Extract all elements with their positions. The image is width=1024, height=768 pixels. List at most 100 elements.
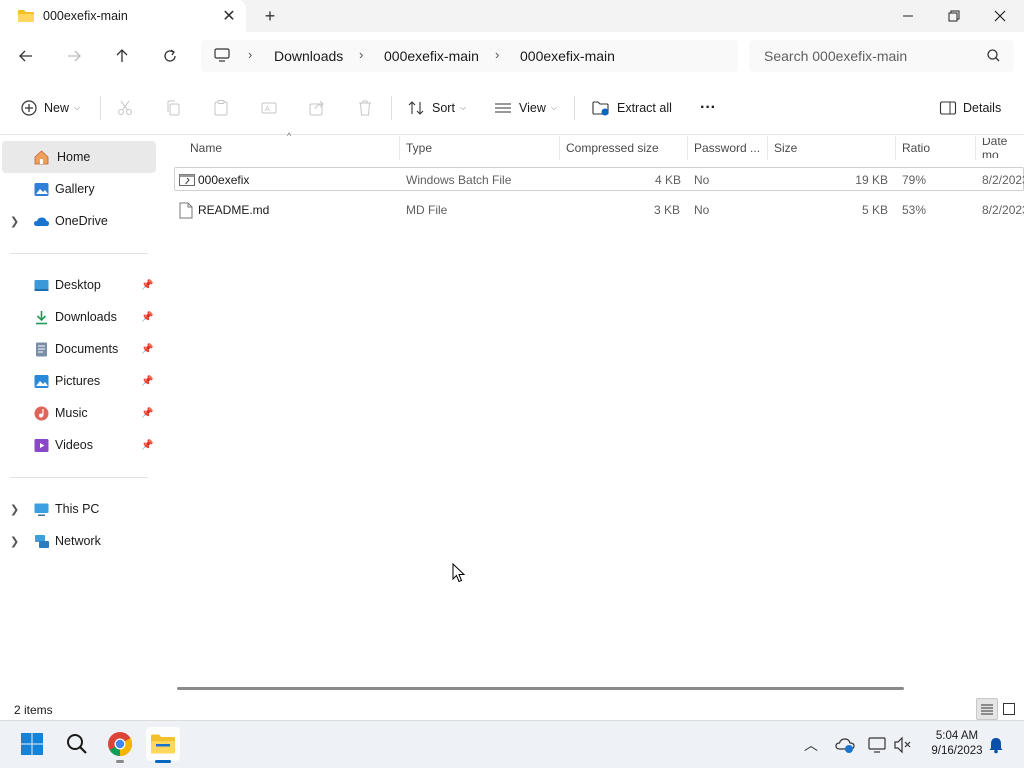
tab-title: 000exefix-main xyxy=(43,9,128,23)
share-button[interactable] xyxy=(308,98,326,118)
delete-button[interactable] xyxy=(356,98,374,118)
sidebar-item-network[interactable]: ❯ Network xyxy=(0,525,156,557)
sort-icon xyxy=(408,101,424,115)
column-header-size[interactable]: Size xyxy=(774,138,797,158)
column-divider[interactable] xyxy=(975,136,976,160)
tab-close-icon[interactable]: ✕ xyxy=(212,6,246,26)
sort-button[interactable]: Sort ⌵ xyxy=(407,98,466,118)
sidebar-item-onedrive[interactable]: ❯ OneDrive xyxy=(0,205,156,237)
search-icon[interactable] xyxy=(984,46,1004,66)
breadcrumb-downloads[interactable]: Downloads xyxy=(274,48,343,64)
share-icon xyxy=(309,100,324,116)
copy-button[interactable] xyxy=(164,98,182,118)
rename-button[interactable]: A xyxy=(260,98,278,118)
breadcrumb-000exefix-main[interactable]: 000exefix-main xyxy=(384,48,479,64)
clipboard-icon xyxy=(214,100,228,116)
forward-button[interactable] xyxy=(60,42,88,70)
chevron-right-icon[interactable]: › xyxy=(359,47,363,62)
chevron-right-icon[interactable]: › xyxy=(248,47,252,62)
file-password: No xyxy=(694,173,710,187)
column-header-ratio[interactable]: Ratio xyxy=(902,138,930,158)
notification-bell-icon[interactable] xyxy=(987,736,1005,757)
sidebar-item-this-pc[interactable]: ❯ This PC xyxy=(0,493,156,525)
desktop-icon xyxy=(34,279,49,291)
sidebar-item-home[interactable]: Home xyxy=(2,141,156,173)
search-input[interactable]: Search 000exefix-main xyxy=(764,48,907,64)
gallery-icon xyxy=(34,182,49,196)
pin-icon[interactable]: 📌 xyxy=(141,312,153,323)
column-divider[interactable] xyxy=(687,136,688,160)
onedrive-icon xyxy=(34,217,49,226)
divider xyxy=(10,253,148,254)
pin-icon[interactable]: 📌 xyxy=(141,440,153,451)
taskbar-search-button[interactable] xyxy=(60,727,94,761)
details-button[interactable]: Details xyxy=(939,98,1001,118)
tab-000exefix-main[interactable]: 000exefix-main ✕ xyxy=(0,0,246,32)
column-header-name[interactable]: Name xyxy=(190,138,222,158)
trash-icon xyxy=(359,100,371,116)
onedrive-tray-icon[interactable] xyxy=(835,736,855,757)
display-tray-icon[interactable] xyxy=(867,736,887,757)
file-name: 000exefix xyxy=(198,173,250,187)
sidebar-item-pictures[interactable]: Pictures 📌 xyxy=(0,365,156,397)
column-header-compressed-size[interactable]: Compressed size xyxy=(566,138,659,158)
sidebar-item-gallery[interactable]: Gallery xyxy=(0,173,156,205)
mouse-cursor-icon xyxy=(452,563,466,583)
column-divider[interactable] xyxy=(895,136,896,160)
clock[interactable]: 5:04 AM 9/16/2023 xyxy=(917,729,997,759)
pictures-icon xyxy=(34,374,49,388)
rename-icon: A xyxy=(261,102,277,114)
file-size: 19 KB xyxy=(855,173,888,187)
chevron-right-icon[interactable]: ❯ xyxy=(10,535,19,548)
extract-all-button[interactable]: Extract all xyxy=(592,98,672,118)
sidebar-item-desktop[interactable]: Desktop 📌 xyxy=(0,269,156,301)
file-explorer-icon xyxy=(151,734,175,754)
column-divider[interactable] xyxy=(767,136,768,160)
new-tab-button[interactable]: + xyxy=(258,4,282,28)
pin-icon[interactable]: 📌 xyxy=(141,376,153,387)
chevron-right-icon[interactable]: ❯ xyxy=(10,215,19,228)
sidebar-item-videos[interactable]: Videos 📌 xyxy=(0,429,156,461)
file-password: No xyxy=(694,203,710,217)
clock-date: 9/16/2023 xyxy=(931,745,983,757)
sidebar-item-downloads[interactable]: Downloads 📌 xyxy=(0,301,156,333)
column-divider[interactable] xyxy=(399,136,400,160)
sidebar-item-music[interactable]: Music 📌 xyxy=(0,397,156,429)
sidebar-item-documents[interactable]: Documents 📌 xyxy=(0,333,156,365)
column-header-password[interactable]: Password ... xyxy=(694,138,760,158)
up-button[interactable] xyxy=(108,42,136,70)
file-explorer-button[interactable] xyxy=(146,727,180,761)
cut-button[interactable] xyxy=(116,98,134,118)
back-button[interactable] xyxy=(12,42,40,70)
table-row[interactable]: README.md MD File 3 KB No 5 KB 53% 8/2/2… xyxy=(174,198,1024,222)
tiles-view-button[interactable] xyxy=(998,698,1020,720)
minimize-button[interactable] xyxy=(885,0,931,32)
new-button[interactable]: New ⌵ xyxy=(20,98,80,118)
column-divider[interactable] xyxy=(559,136,560,160)
download-icon xyxy=(36,310,47,324)
svg-text:A: A xyxy=(265,106,270,113)
breadcrumb-000exefix-main-current[interactable]: 000exefix-main xyxy=(520,48,615,64)
close-button[interactable] xyxy=(977,0,1023,32)
horizontal-scrollbar[interactable] xyxy=(177,687,904,690)
pin-icon[interactable]: 📌 xyxy=(141,344,153,355)
view-button[interactable]: View ⌵ xyxy=(494,98,557,118)
pin-icon[interactable]: 📌 xyxy=(141,280,153,291)
table-row[interactable]: 000exefix Windows Batch File 4 KB No 19 … xyxy=(174,167,1024,191)
pin-icon[interactable]: 📌 xyxy=(141,408,153,419)
refresh-button[interactable] xyxy=(156,42,184,70)
start-button[interactable] xyxy=(15,727,49,761)
monitor-icon[interactable] xyxy=(213,46,231,67)
tray-overflow-chevron-up-icon[interactable]: ︿ xyxy=(804,735,818,755)
maximize-button[interactable] xyxy=(931,0,977,32)
column-header-date-modified[interactable]: Date mo xyxy=(982,138,1024,158)
chevron-down-icon: ⌵ xyxy=(550,103,557,112)
volume-muted-icon[interactable] xyxy=(893,736,913,757)
paste-button[interactable] xyxy=(212,98,230,118)
more-options-button[interactable]: ··· xyxy=(700,98,716,118)
details-view-button[interactable] xyxy=(976,698,998,720)
chevron-right-icon[interactable]: › xyxy=(495,47,499,62)
chrome-button[interactable] xyxy=(103,727,137,761)
column-header-type[interactable]: Type xyxy=(406,138,432,158)
chevron-right-icon[interactable]: ❯ xyxy=(10,503,19,516)
